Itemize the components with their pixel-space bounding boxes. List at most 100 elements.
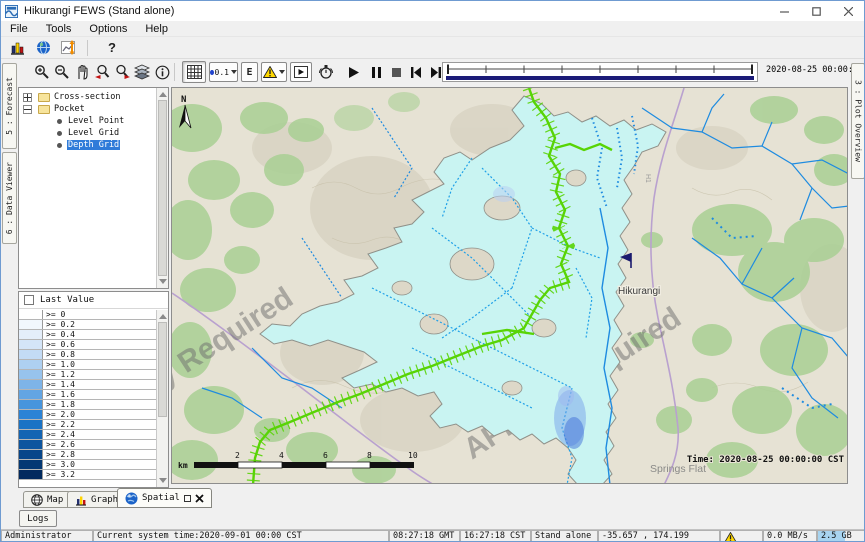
scrollbar-thumb[interactable] <box>158 100 167 276</box>
status-system-time-label: Current system time:2020-09-01 00:00 CST <box>97 531 302 541</box>
tree-item-cross-section[interactable]: Cross-section <box>19 91 168 103</box>
legend-row[interactable]: >= 2.6 <box>19 440 156 450</box>
sidebar-tab-plot-overview[interactable]: 3 : Plot Overview <box>851 63 865 179</box>
legend-row-label: >= 0.2 <box>43 320 156 329</box>
help-button[interactable]: ? <box>102 39 122 57</box>
tree-item-label: Level Point <box>67 116 125 126</box>
help-label: ? <box>108 40 116 55</box>
pause-button[interactable] <box>366 62 386 82</box>
collapse-minus-icon[interactable] <box>23 105 32 114</box>
interval-dot-icon <box>210 70 214 75</box>
menu-options[interactable]: Options <box>80 23 136 35</box>
menu-file[interactable]: File <box>1 23 37 35</box>
legend-row[interactable]: >= 0.4 <box>19 330 156 340</box>
sidebar-tab-plot-overview-label: 3 : Plot Overview <box>854 80 863 162</box>
status-local-time: 16:27:18 CST <box>460 530 531 542</box>
play-button[interactable] <box>344 62 364 82</box>
legend-row[interactable]: >= 3.2 <box>19 470 156 480</box>
logs-button[interactable]: Logs <box>19 510 57 527</box>
map-time-label: Time: 2020-08-25 00:00:00 CST <box>687 454 845 465</box>
tree-scrollbar[interactable] <box>156 88 168 288</box>
pan-hand-icon[interactable] <box>72 62 92 82</box>
legend-row-label: >= 1.6 <box>43 390 156 399</box>
scroll-up-icon[interactable] <box>159 92 167 97</box>
legend-row-label: >= 0.6 <box>43 340 156 349</box>
skip-to-start-button[interactable] <box>406 62 426 82</box>
status-warning[interactable] <box>720 530 763 542</box>
map-viewport[interactable]: API Key Required API Key Required <box>171 87 848 484</box>
sidebar-tab-forecast-label: 5 : Forecast <box>5 77 14 135</box>
status-gmt-time-label: 08:27:18 GMT <box>393 531 454 541</box>
legend-row[interactable]: >= 0.2 <box>19 320 156 330</box>
scrollbar-thumb[interactable] <box>158 322 167 417</box>
info-icon[interactable] <box>152 62 172 82</box>
scroll-up-icon[interactable] <box>159 314 167 319</box>
chevron-down-icon <box>279 70 285 74</box>
legend-row[interactable]: >= 2.8 <box>19 450 156 460</box>
legend-row[interactable]: >= 0.6 <box>19 340 156 350</box>
tab-spatial[interactable]: Spatial <box>117 488 212 508</box>
zoom-previous-icon[interactable] <box>92 62 112 82</box>
title-bar[interactable]: Hikurangi FEWS (Stand alone) <box>1 1 864 21</box>
tab-graph-label: Graph <box>91 495 118 505</box>
tab-close-icon[interactable] <box>195 494 204 503</box>
tree-item-label: Cross-section <box>54 92 121 102</box>
menu-tools[interactable]: Tools <box>37 23 81 35</box>
legend-row-label: >= 3.0 <box>43 460 156 469</box>
legend-row[interactable]: >= 0.8 <box>19 350 156 360</box>
legend-row[interactable]: >= 0 <box>19 310 156 320</box>
zoom-next-icon[interactable] <box>112 62 132 82</box>
zoom-out-icon[interactable] <box>52 62 72 82</box>
label-toggle-button[interactable]: E <box>241 62 258 82</box>
database-viewer-icon[interactable] <box>7 39 27 57</box>
scroll-down-icon[interactable] <box>159 279 167 284</box>
sidebar-tab-data-viewer[interactable]: 6 : Data Viewer <box>2 152 17 244</box>
close-button[interactable] <box>832 1 864 21</box>
logs-button-label: Logs <box>27 514 49 524</box>
layers-tree-panel: Cross-section Pocket Level Point Level G… <box>18 87 169 289</box>
layers-icon[interactable] <box>132 62 152 82</box>
spacer <box>318 62 338 82</box>
maximize-button[interactable] <box>800 1 832 21</box>
graph-bars-icon <box>75 494 87 506</box>
minimize-button[interactable] <box>768 1 800 21</box>
menu-help[interactable]: Help <box>136 23 177 35</box>
legend-row[interactable]: >= 2.0 <box>19 410 156 420</box>
movie-export-button[interactable] <box>290 62 312 82</box>
legend-row[interactable]: >= 2.2 <box>19 420 156 430</box>
timeline-slider[interactable] <box>442 62 758 82</box>
legend-row[interactable]: >= 1.8 <box>19 400 156 410</box>
legend-row[interactable]: >= 1.4 <box>19 380 156 390</box>
last-value-checkbox[interactable] <box>24 295 34 305</box>
status-network-label: 0.0 MB/s <box>767 531 808 541</box>
legend-row[interactable]: >= 2.4 <box>19 430 156 440</box>
zoom-in-icon[interactable] <box>32 62 52 82</box>
tree-item-level-grid[interactable]: Level Grid <box>19 127 168 139</box>
status-system-time: Current system time:2020-09-01 00:00 CST <box>93 530 389 542</box>
legend-swatch <box>19 420 43 429</box>
sidebar-tab-forecast[interactable]: 5 : Forecast <box>2 63 17 149</box>
legend-row[interactable]: >= 1.6 <box>19 390 156 400</box>
legend-scrollbar[interactable] <box>156 310 168 487</box>
legend-row[interactable]: >= 3.0 <box>19 460 156 470</box>
globe-tool-icon[interactable] <box>33 39 53 57</box>
stop-button[interactable] <box>386 62 406 82</box>
timeseries-chart-icon[interactable] <box>59 39 79 57</box>
tab-maximize-icon[interactable] <box>184 495 191 502</box>
expand-plus-icon[interactable] <box>23 93 32 102</box>
warning-dropdown-button[interactable] <box>261 62 287 82</box>
legend-row[interactable]: >= 1.0 <box>19 360 156 370</box>
interval-dropdown[interactable]: 0.1 <box>209 62 238 82</box>
folder-icon <box>38 105 50 114</box>
status-user-label: Administrator <box>5 531 72 541</box>
tree-item-level-point[interactable]: Level Point <box>19 115 168 127</box>
tree-item-depth-grid[interactable]: Depth Grid <box>19 139 168 151</box>
tab-map-label: Map <box>47 495 63 505</box>
legend-row-label: >= 1.8 <box>43 400 156 409</box>
scroll-down-icon[interactable] <box>159 478 167 483</box>
legend-row[interactable]: >= 1.2 <box>19 370 156 380</box>
tab-map[interactable]: Map <box>23 491 71 508</box>
status-mode: Stand alone <box>531 530 598 542</box>
tree-item-pocket[interactable]: Pocket <box>19 103 168 115</box>
grid-toggle-button[interactable] <box>182 61 206 83</box>
